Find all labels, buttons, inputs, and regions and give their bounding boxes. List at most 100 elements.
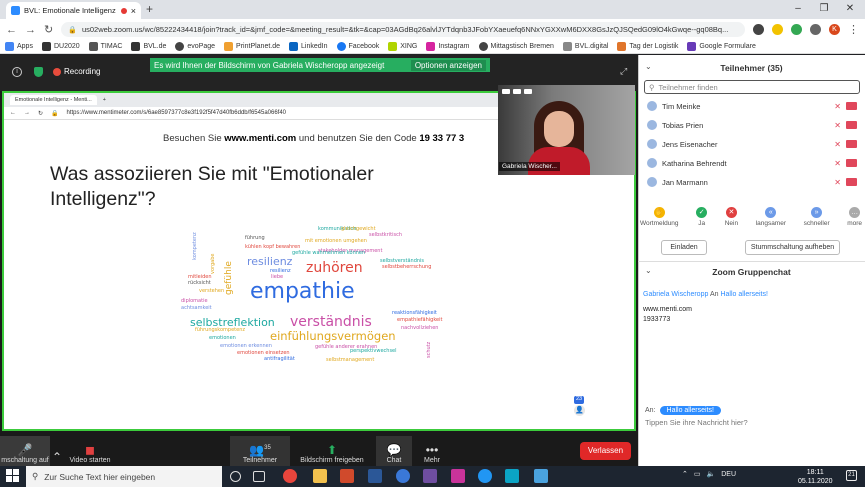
security-shield-icon[interactable]: [34, 67, 43, 77]
leave-meeting-button[interactable]: Verlassen: [580, 442, 631, 460]
network-icon[interactable]: ▭: [694, 470, 701, 478]
language-indicator[interactable]: DEU: [721, 471, 736, 478]
video-off-icon: ◼: [85, 443, 95, 457]
bookmark-instagram[interactable]: Instagram: [426, 42, 470, 51]
chrome-taskbar-icon[interactable]: [283, 469, 297, 483]
star-bookmark-icon[interactable]: [772, 24, 783, 35]
outlook-icon[interactable]: [340, 469, 354, 483]
participant-row[interactable]: Katharina Behrendt ✕: [647, 155, 857, 171]
nonverbal-feedback-bar: ✋ Wortmeldung ✓ Ja ✕ Nein « langsamer » schne…: [640, 207, 862, 227]
new-tab-button[interactable]: +: [146, 2, 153, 16]
puzzle-extensions-icon[interactable]: [810, 24, 821, 35]
participant-avatar: [647, 120, 657, 130]
profile-avatar[interactable]: K: [829, 24, 840, 35]
bookmark-evopage[interactable]: evoPage: [175, 42, 215, 51]
participant-avatar: [647, 101, 657, 111]
share-screen-label: Bildschirm freigeben: [300, 457, 364, 464]
volume-icon[interactable]: 🔈: [707, 470, 716, 478]
unmute-button[interactable]: 🎤 mschaltung auf: [0, 436, 50, 466]
back-arrow-icon[interactable]: ←: [6, 24, 17, 36]
view-options-button[interactable]: Optionen anzeigen: [410, 59, 486, 71]
minimize-window-button[interactable]: –: [785, 1, 811, 17]
app-taskbar-icon[interactable]: [451, 469, 465, 483]
notification-center-icon[interactable]: 21: [846, 470, 857, 481]
video-view-controls[interactable]: [502, 89, 532, 94]
bookmark-tag-der-logistik[interactable]: Tag der Logistik: [617, 42, 678, 51]
hide-video-icon[interactable]: [513, 89, 521, 94]
app-taskbar-icon[interactable]: [368, 469, 382, 483]
bookmark-timac[interactable]: TIMAC: [88, 42, 122, 51]
unmute-label: mschaltung auf: [1, 457, 49, 464]
close-window-button[interactable]: ✕: [837, 1, 863, 17]
fullscreen-icon[interactable]: ⤢: [620, 66, 627, 77]
participant-row[interactable]: Jan Marmann ✕: [647, 174, 857, 190]
bookmark-bvl-de[interactable]: BVL.de: [131, 42, 166, 51]
word-cloud-word: einfühlungsvermögen: [270, 329, 396, 343]
bookmark-facebook[interactable]: Facebook: [336, 42, 379, 51]
bookmark-mittagstisch[interactable]: Mittagstisch Bremen: [478, 42, 554, 51]
url-field[interactable]: 🔒 us02web.zoom.us/wc/85222434418/join?tr…: [61, 22, 745, 37]
unmute-all-button[interactable]: Stummschaltung aufheben: [745, 240, 840, 255]
slower-button[interactable]: « langsamer: [756, 207, 786, 227]
camera-extension-icon[interactable]: [753, 24, 764, 35]
app-taskbar-icon[interactable]: [505, 469, 519, 483]
forward-arrow-icon[interactable]: →: [25, 24, 36, 36]
more-button[interactable]: ••• Mehr: [416, 436, 448, 466]
chat-recipient-dropdown[interactable]: Hallo allerseits!: [659, 406, 721, 415]
menu-dots-icon[interactable]: ⋮: [848, 23, 859, 36]
more-reactions-button[interactable]: … more: [847, 207, 862, 227]
windows-start-icon[interactable]: [6, 469, 19, 482]
video-off-icon: [846, 159, 857, 167]
share-screen-button[interactable]: ⬆ Bildschirm freigeben: [292, 436, 372, 466]
faster-button[interactable]: » schneller: [804, 207, 830, 227]
participant-search-input[interactable]: ⚲ Teilnehmer finden: [644, 80, 860, 94]
taskbar-clock[interactable]: 18:11 05.11.2020: [798, 468, 833, 486]
participant-row[interactable]: Jens Eisenacher ✕: [647, 136, 857, 152]
muted-mic-icon: ✕: [834, 120, 841, 130]
edge-icon[interactable]: [396, 469, 410, 483]
apps-grid-icon: [5, 42, 14, 51]
chat-input[interactable]: Tippen Sie ihre Nachricht hier?: [645, 418, 748, 427]
bookmark-printplanet[interactable]: PrintPlanet.de: [224, 42, 280, 51]
audio-options-caret[interactable]: ⌃: [50, 436, 64, 466]
close-tab-icon[interactable]: ×: [131, 6, 136, 16]
maximize-window-button[interactable]: ❐: [811, 1, 837, 17]
task-view-icon[interactable]: [253, 471, 265, 482]
participant-row[interactable]: Tim Meinke ✕: [647, 98, 857, 114]
cortana-icon[interactable]: [230, 471, 241, 482]
reload-icon[interactable]: ↻: [44, 23, 53, 36]
chat-button[interactable]: 💬 Chat: [376, 436, 412, 466]
word-cloud-word: selbstkritisch: [369, 232, 403, 238]
chat-bubble-icon: 💬: [386, 443, 402, 457]
fast-forward-icon: »: [811, 207, 823, 218]
bookmark-apps[interactable]: Apps: [5, 42, 33, 51]
taskbar-search-input[interactable]: ⚲ Zur Suche Text hier eingeben: [26, 466, 222, 487]
bookmark-xing[interactable]: XING: [388, 42, 417, 51]
word-cloud-word: selbstmanagement: [326, 357, 375, 363]
extension-icon[interactable]: [791, 24, 802, 35]
no-button[interactable]: ✕ Nein: [725, 207, 738, 227]
bvl-icon: [131, 42, 141, 51]
participants-title: Teilnehmer (35): [720, 63, 783, 73]
meeting-info-icon[interactable]: i: [12, 67, 22, 77]
swap-video-icon[interactable]: [524, 89, 532, 94]
file-explorer-icon[interactable]: [313, 469, 327, 483]
participants-button[interactable]: 👥35 Teilnehmer: [230, 436, 290, 466]
bookmark-bvl-digital[interactable]: BVL.digital: [562, 42, 608, 51]
browser-tab[interactable]: BVL: Emotionale Intelligenz ... ×: [6, 2, 141, 19]
x-icon: ✕: [725, 207, 737, 218]
app-taskbar-icon[interactable]: [478, 469, 492, 483]
bookmark-google-formulare[interactable]: Google Formulare: [687, 42, 756, 51]
invite-button[interactable]: Einladen: [661, 240, 707, 255]
yes-button[interactable]: ✓ Ja: [696, 207, 708, 227]
bookmark-du2020[interactable]: DU2020: [41, 42, 80, 51]
tray-chevron-icon[interactable]: ⌃: [682, 470, 688, 478]
minimize-video-icon[interactable]: [502, 89, 510, 94]
start-video-button[interactable]: ◼ Video starten: [66, 436, 114, 466]
participant-row[interactable]: Tobias Prien ✕: [647, 117, 857, 133]
app-taskbar-icon[interactable]: [534, 469, 548, 483]
app-taskbar-icon[interactable]: [423, 469, 437, 483]
word-cloud-word: emotionen erkennen: [220, 343, 272, 349]
bookmark-linkedin[interactable]: LinkedIn: [289, 42, 328, 51]
raise-hand-button[interactable]: ✋ Wortmeldung: [640, 207, 679, 227]
